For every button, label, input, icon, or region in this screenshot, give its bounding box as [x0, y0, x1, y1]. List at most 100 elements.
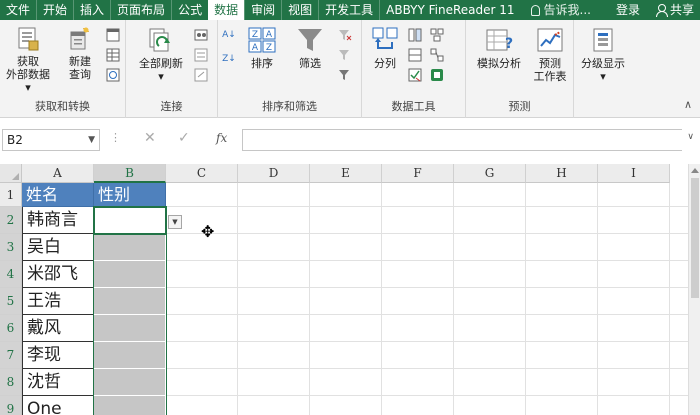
tab-abbyy[interactable]: ABBYY FineReader 11 [379, 0, 520, 20]
col-header-i[interactable]: I [598, 164, 670, 183]
tab-page-layout[interactable]: 页面布局 [110, 0, 171, 20]
row-header-8[interactable]: 8 [0, 369, 22, 396]
row-header-6[interactable]: 6 [0, 315, 22, 342]
select-all-button[interactable] [0, 164, 22, 183]
col-header-a[interactable]: A [22, 164, 94, 183]
clear-filter-icon[interactable] [338, 28, 352, 42]
cell-a7[interactable]: 李现 [22, 342, 94, 369]
cell-a3[interactable]: 吴白 [22, 234, 94, 261]
tab-formulas[interactable]: 公式 [171, 0, 208, 20]
tab-file[interactable]: 文件 [0, 0, 36, 20]
properties-icon[interactable] [194, 48, 208, 62]
cell-a8[interactable]: 沈哲 [22, 369, 94, 396]
data-validation-icon[interactable] [408, 68, 422, 82]
svg-text:?: ? [505, 36, 513, 52]
text-to-columns-button[interactable]: 分列 [366, 26, 404, 70]
formula-input[interactable] [242, 129, 682, 151]
data-model-icon[interactable] [430, 68, 444, 82]
advanced-filter-icon[interactable] [338, 68, 352, 82]
tab-developer[interactable]: 开发工具 [318, 0, 379, 20]
cell-a9[interactable]: One [22, 396, 94, 415]
cell-a5[interactable]: 王浩 [22, 288, 94, 315]
svg-text:Z: Z [252, 30, 258, 40]
tab-review[interactable]: 审阅 [244, 0, 281, 20]
get-external-data-button[interactable]: 获取 外部数据 ▾ [2, 26, 54, 94]
col-header-h[interactable]: H [526, 164, 598, 183]
scrollbar-thumb[interactable] [691, 178, 699, 298]
outline-button[interactable]: 分级显示 ▾ [574, 26, 632, 83]
scroll-up-icon[interactable] [691, 168, 699, 173]
expand-formula-icon[interactable]: ∨ [687, 132, 694, 142]
enter-icon[interactable]: ✓ [178, 130, 190, 146]
what-if-analysis-button[interactable]: ? 模拟分析 [470, 26, 528, 70]
show-queries-icon[interactable] [106, 28, 120, 42]
share-button[interactable]: 共享 [650, 0, 700, 20]
filter-button[interactable]: 筛选 [290, 26, 330, 70]
tab-home[interactable]: 开始 [36, 0, 73, 20]
forecast-line2: 工作表 [533, 70, 567, 83]
refresh-all-label: 全部刷新 [139, 57, 183, 70]
row-header-2[interactable]: 2 [0, 207, 22, 234]
cell-b1[interactable]: 性别 [94, 183, 166, 207]
filter-label: 筛选 [299, 57, 321, 70]
new-query-line1: 新建 [69, 55, 91, 68]
ribbon-tab-bar: 文件 开始 插入 页面布局 公式 数据 审阅 视图 开发工具 ABBYY Fin… [0, 0, 700, 20]
col-header-g[interactable]: G [454, 164, 526, 183]
sort-button[interactable]: Z A A Z 排序 [244, 26, 280, 70]
relationships-icon[interactable] [430, 48, 444, 62]
cell-a6[interactable]: 戴风 [22, 315, 94, 342]
tab-insert[interactable]: 插入 [73, 0, 110, 20]
col-header-d[interactable]: D [238, 164, 310, 183]
cell-a1[interactable]: 姓名 [22, 183, 94, 207]
group-title-connections: 连接 [160, 100, 183, 113]
active-cell-outline [93, 206, 167, 235]
consolidate-icon[interactable] [430, 28, 444, 42]
group-sort-filter: A↓ Z↓ Z A A Z 排序 筛选 排序和筛选 [218, 20, 362, 118]
row-header-1[interactable]: 1 [0, 183, 22, 207]
row-header-7[interactable]: 7 [0, 342, 22, 369]
group-title-data-tools: 数据工具 [391, 100, 436, 113]
reapply-filter-icon[interactable] [338, 48, 352, 62]
new-query-button[interactable]: 新建 查询 [58, 26, 102, 81]
vertical-scrollbar[interactable] [688, 164, 700, 415]
from-table-icon[interactable] [106, 48, 120, 62]
text-to-columns-label: 分列 [374, 57, 396, 70]
chevron-down-icon: ▾ [600, 70, 606, 83]
name-box[interactable]: B2 ▼ [2, 129, 100, 151]
row-header-5[interactable]: 5 [0, 288, 22, 315]
empty-cells-area[interactable] [166, 183, 688, 415]
group-title-forecast: 预测 [508, 100, 531, 113]
edit-links-icon[interactable] [194, 68, 208, 82]
col-header-c[interactable]: C [166, 164, 238, 183]
tab-data[interactable]: 数据 [208, 0, 245, 20]
validation-dropdown-button[interactable]: ▼ [168, 215, 182, 229]
col-header-e[interactable]: E [310, 164, 382, 183]
row-header-4[interactable]: 4 [0, 261, 22, 288]
selected-range-outline [93, 207, 167, 415]
funnel-icon [298, 29, 322, 51]
sort-label: 排序 [251, 57, 273, 70]
cell-a4[interactable]: 米邵飞 [22, 261, 94, 288]
row-header-9[interactable]: 9 [0, 396, 22, 415]
worksheet-grid[interactable]: A B C D E F G H I 1 2 3 4 5 6 7 8 9 姓名 性… [0, 164, 700, 415]
collapse-ribbon-icon[interactable]: ∧ [684, 98, 692, 111]
flash-fill-icon[interactable] [408, 28, 422, 42]
col-header-f[interactable]: F [382, 164, 454, 183]
refresh-all-button[interactable]: 全部刷新 ▾ [132, 26, 190, 83]
insert-function-icon[interactable]: fx [216, 131, 227, 145]
login-button[interactable]: 登录 [606, 0, 650, 20]
forecast-sheet-button[interactable]: 预测 工作表 [530, 26, 570, 83]
sort-az-button[interactable]: A↓ Z↓ [220, 30, 238, 64]
resize-handle-icon[interactable]: ⋮ [110, 131, 121, 144]
tell-me-box[interactable]: 告诉我... [521, 0, 597, 20]
remove-duplicates-icon[interactable] [408, 48, 422, 62]
col-header-b[interactable]: B [94, 164, 166, 183]
cell-a2[interactable]: 韩商言 [22, 207, 94, 234]
tab-view[interactable]: 视图 [281, 0, 318, 20]
cancel-icon[interactable]: ✕ [144, 130, 156, 146]
person-icon [655, 4, 668, 17]
outline-label: 分级显示 [581, 57, 625, 70]
connections-icon[interactable] [194, 28, 208, 42]
row-header-3[interactable]: 3 [0, 234, 22, 261]
recent-sources-icon[interactable] [106, 68, 120, 82]
